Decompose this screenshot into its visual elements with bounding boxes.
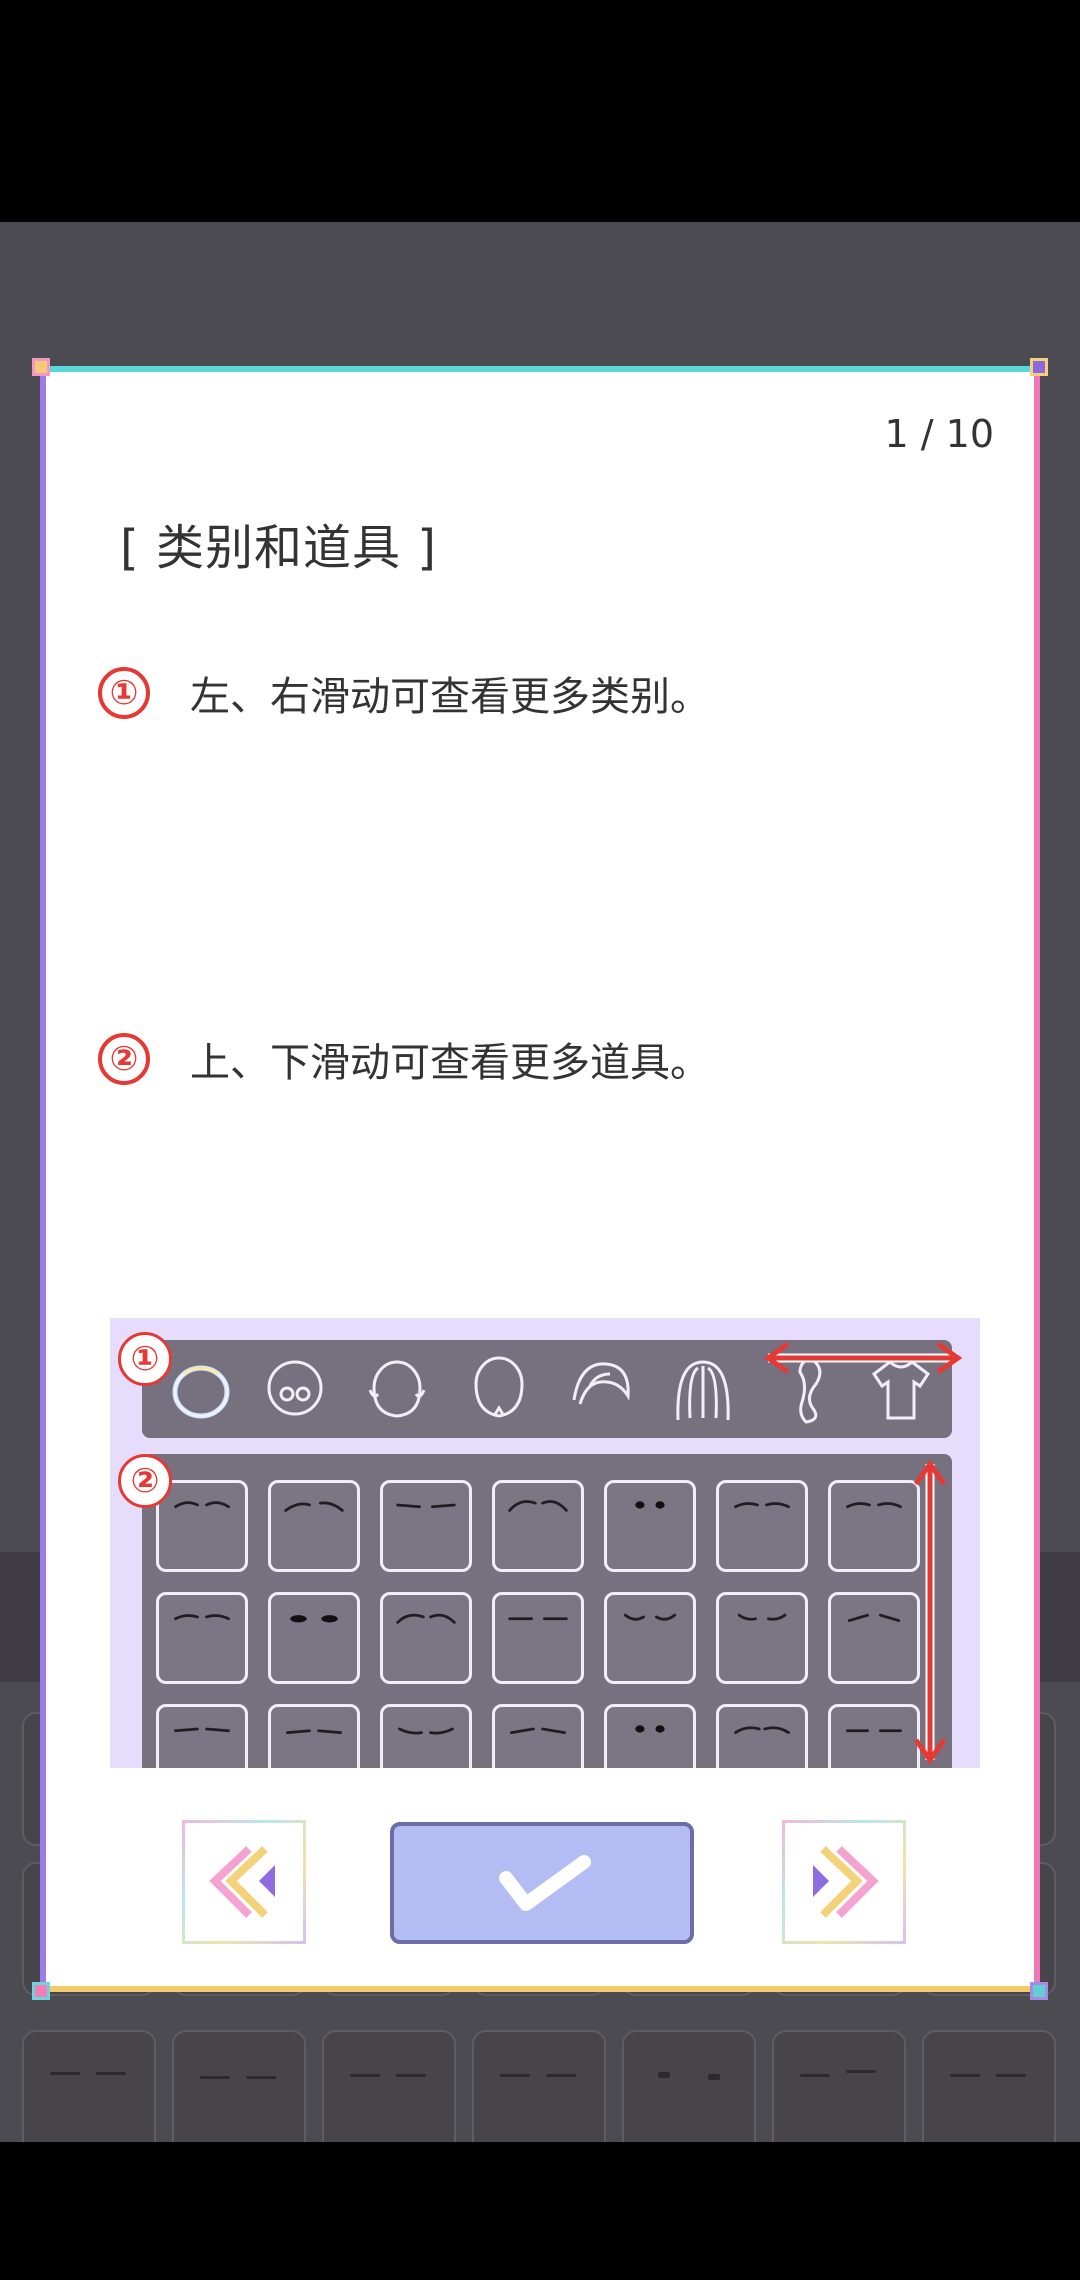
item-cell bbox=[604, 1704, 696, 1768]
checkmark-icon bbox=[499, 1855, 591, 1911]
eyebrow-preview-icon bbox=[174, 1727, 230, 1733]
items-panel-illustration bbox=[142, 1454, 952, 1768]
step-2: ② 上、下滑动可查看更多道具。 bbox=[98, 1030, 710, 1088]
step-1: ① 左、右滑动可查看更多类别。 bbox=[98, 664, 710, 722]
status-bar bbox=[0, 0, 1080, 222]
eyebrow-preview-icon bbox=[398, 1727, 454, 1735]
eyebrow-preview-icon bbox=[734, 1726, 790, 1734]
item-cell bbox=[716, 1480, 808, 1572]
eyebrow-preview-icon bbox=[284, 1501, 344, 1512]
background-item-cell bbox=[22, 2030, 156, 2142]
eyebrow-preview-icon bbox=[510, 1727, 566, 1734]
marker-1: ① bbox=[118, 1332, 172, 1386]
horizontal-swipe-arrow-icon bbox=[763, 1341, 963, 1375]
long-hair-category-icon bbox=[676, 1360, 730, 1421]
eyebrow-preview-icon bbox=[846, 1729, 902, 1733]
eyebrow-preview-icon bbox=[290, 1615, 338, 1623]
item-cell bbox=[380, 1592, 472, 1684]
corner-decoration bbox=[32, 1982, 50, 2000]
item-cell bbox=[492, 1592, 584, 1684]
accessory-category-icon bbox=[172, 1365, 230, 1419]
background-item-cell bbox=[922, 2030, 1056, 2142]
eyebrow-preview-icon bbox=[396, 1613, 456, 1624]
eyebrow-preview-icon bbox=[174, 1614, 230, 1621]
item-cell bbox=[268, 1592, 360, 1684]
navigation-bar bbox=[0, 2142, 1080, 2280]
dialog-title: [ 类别和道具 ] bbox=[120, 520, 437, 576]
item-cell bbox=[828, 1704, 920, 1768]
eyebrow-preview-icon bbox=[396, 1503, 456, 1509]
eyebrow-preview-icon bbox=[847, 1613, 901, 1622]
item-cell bbox=[492, 1480, 584, 1572]
item-cell bbox=[604, 1592, 696, 1684]
confirm-button[interactable] bbox=[390, 1822, 694, 1944]
previous-page-button[interactable] bbox=[182, 1820, 306, 1944]
step-text: 左、右滑动可查看更多类别。 bbox=[190, 674, 710, 720]
double-chevron-left-icon bbox=[209, 1846, 275, 1918]
background-item-cell bbox=[322, 2030, 456, 2142]
face-outline-category-icon bbox=[474, 1356, 524, 1418]
background-item-cell bbox=[772, 2030, 906, 2142]
eyebrow-preview-icon bbox=[635, 1725, 665, 1733]
item-cell bbox=[828, 1592, 920, 1684]
eyebrow-preview-icon bbox=[737, 1613, 787, 1621]
step-number-badge: ① bbox=[98, 667, 150, 719]
step-text: 上、下滑动可查看更多道具。 bbox=[190, 1040, 710, 1086]
eyebrow-preview-icon bbox=[508, 1500, 568, 1512]
tutorial-dialog: 1 / 10 [ 类别和道具 ] ① 左、右滑动可查看更多类别。 ② 上、下滑动… bbox=[32, 358, 1048, 2000]
eyebrow-preview-icon bbox=[623, 1613, 677, 1621]
item-cell bbox=[156, 1704, 248, 1768]
item-cell bbox=[604, 1480, 696, 1572]
item-cell bbox=[380, 1480, 472, 1572]
item-cell bbox=[268, 1704, 360, 1768]
item-cell bbox=[716, 1704, 808, 1768]
eyebrow-preview-icon bbox=[174, 1501, 230, 1509]
item-cell bbox=[716, 1592, 808, 1684]
item-cell bbox=[156, 1480, 248, 1572]
eyebrow-preview-icon bbox=[734, 1502, 790, 1509]
eyebrow-preview-icon bbox=[286, 1729, 342, 1734]
corner-decoration bbox=[32, 358, 50, 376]
item-cell bbox=[380, 1704, 472, 1768]
eyebrow-preview-icon bbox=[508, 1617, 568, 1621]
eyebrow-preview-icon bbox=[635, 1501, 665, 1509]
double-chevron-right-icon bbox=[813, 1846, 879, 1918]
eyebrow-preview-icon bbox=[846, 1502, 902, 1509]
item-cell bbox=[828, 1480, 920, 1572]
tutorial-illustration: ① ② bbox=[110, 1318, 980, 1768]
head-shape-category-icon bbox=[368, 1360, 426, 1418]
bangs-hair-category-icon bbox=[572, 1362, 630, 1405]
corner-decoration bbox=[1030, 1982, 1048, 2000]
background-item-cell bbox=[622, 2030, 756, 2142]
item-cell bbox=[268, 1480, 360, 1572]
background-item-cell bbox=[172, 2030, 306, 2142]
corner-decoration bbox=[1030, 358, 1048, 376]
vertical-swipe-arrow-icon bbox=[913, 1459, 947, 1765]
next-page-button[interactable] bbox=[782, 1820, 906, 1944]
page-counter: 1 / 10 bbox=[884, 412, 995, 456]
background-item-cell bbox=[472, 2030, 606, 2142]
item-cell bbox=[156, 1592, 248, 1684]
item-cell bbox=[492, 1704, 584, 1768]
face-category-icon bbox=[267, 1360, 323, 1416]
marker-2: ② bbox=[118, 1454, 172, 1508]
step-number-badge: ② bbox=[98, 1033, 150, 1085]
